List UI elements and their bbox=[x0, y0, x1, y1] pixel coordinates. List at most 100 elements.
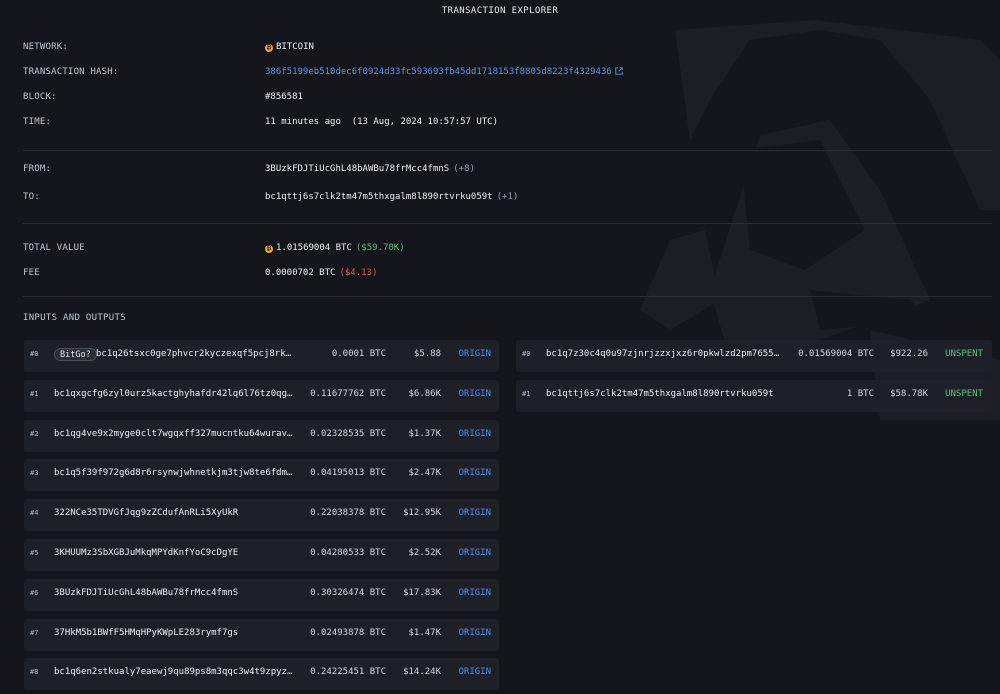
external-link-icon[interactable] bbox=[615, 67, 623, 75]
input-address[interactable]: bc1q5f39f972g6d8r6rsynwjwhnetkjm3tjw8te6… bbox=[54, 459, 294, 488]
row-index: #5 bbox=[30, 548, 39, 557]
origin-link[interactable]: ORIGIN bbox=[458, 340, 491, 369]
from-row: FROM: 3BUzkFDJTiUcGhL48bAWBu78frMcc4fmnS… bbox=[23, 161, 983, 177]
input-amount: 0.04195013 BTC bbox=[310, 468, 386, 479]
input-address[interactable]: bc1qg4ve9x2myge0clt7wgqxff327mucntku64wu… bbox=[54, 420, 294, 449]
input-amount: 0.02493878 BTC bbox=[310, 627, 386, 638]
hash-value-wrap[interactable]: 386f5199eb510dec6f0924d33fc593693fb45dd1… bbox=[265, 64, 623, 80]
input-usd: $1.37K bbox=[408, 428, 441, 439]
entity-tag[interactable]: BitGo? bbox=[54, 348, 97, 361]
input-address[interactable]: bc1q6en2stkualy7eaewj9qu89ps8m3qqc3w4t9z… bbox=[54, 658, 294, 687]
unspent-status: UNSPENT bbox=[945, 349, 983, 359]
row-index: #8 bbox=[30, 668, 39, 677]
to-extra-count[interactable]: (+1) bbox=[497, 192, 519, 202]
divider bbox=[23, 150, 992, 151]
input-address[interactable]: 3BUzkFDJTiUcGhL48bAWBu78frMcc4fmnS bbox=[54, 579, 294, 608]
total-value-wrap: ₿ 1.01569004 BTC ($59.70K) bbox=[265, 240, 405, 256]
input-usd: $5.88 bbox=[413, 349, 441, 359]
origin-link[interactable]: ORIGIN bbox=[458, 539, 491, 568]
origin-link[interactable]: ORIGIN bbox=[458, 579, 491, 608]
input-row[interactable]: #4 322NCe35TDVGfJqg9zZCdufAnRLi5XyUkR 0.… bbox=[24, 499, 499, 532]
input-amount: 0.24225451 BTC bbox=[310, 667, 386, 678]
input-address[interactable]: 37HkM5b1BWfF5HMqHPyKWpLE283rymf7gs bbox=[54, 619, 294, 648]
transaction-page: TRANSACTION EXPLORER NETWORK: ₿ BITCOIN T… bbox=[0, 0, 1000, 691]
input-row[interactable]: #6 3BUzkFDJTiUcGhL48bAWBu78frMcc4fmnS 0.… bbox=[24, 578, 499, 611]
output-address[interactable]: bc1q7z30c4q0u97zjnrjzzxjxz6r0pkwlzd2pm76… bbox=[546, 340, 782, 369]
total-value: 1.01569004 BTC bbox=[276, 243, 352, 253]
hash-row: TRANSACTION HASH: 386f5199eb510dec6f0924… bbox=[23, 64, 983, 80]
time-label: TIME: bbox=[23, 117, 52, 127]
input-usd: $2.47K bbox=[408, 468, 441, 479]
network-value-wrap: ₿ BITCOIN bbox=[265, 39, 314, 55]
input-usd: $17.83K bbox=[403, 587, 441, 598]
input-amount: 0.0001 BTC bbox=[331, 349, 386, 359]
transaction-hash-link[interactable]: 386f5199eb510dec6f0924d33fc593693fb45dd1… bbox=[265, 67, 612, 77]
origin-link[interactable]: ORIGIN bbox=[458, 420, 491, 449]
input-row[interactable]: #2 bc1qg4ve9x2myge0clt7wgqxff327mucntku6… bbox=[24, 419, 499, 452]
output-amount: 1 BTC bbox=[846, 388, 874, 399]
origin-link[interactable]: ORIGIN bbox=[458, 499, 491, 528]
output-row[interactable]: #0 bc1q7z30c4q0u97zjnrjzzxjxz6r0pkwlzd2p… bbox=[516, 340, 992, 372]
row-index: #2 bbox=[30, 429, 39, 438]
input-row[interactable]: #1 bc1qxgcfg6zyl0urz5kactghyhafdr42lq6l7… bbox=[24, 379, 499, 412]
input-row[interactable]: #3 bc1q5f39f972g6d8r6rsynwjwhnetkjm3tjw8… bbox=[24, 459, 499, 492]
origin-link[interactable]: ORIGIN bbox=[458, 619, 491, 648]
output-row[interactable]: #1 bc1qttj6s7clk2tm47m5thxgalm8l890rtvrk… bbox=[516, 379, 992, 412]
input-amount: 0.22038378 BTC bbox=[310, 508, 386, 519]
input-address[interactable]: 3KHUUMz3SbXGBJuMkqMPYdKnfYoC9cDgYE bbox=[54, 539, 294, 568]
total-value-row: TOTAL VALUE ₿ 1.01569004 BTC ($59.70K) bbox=[23, 240, 983, 256]
input-row[interactable]: #8 bc1q6en2stkualy7eaewj9qu89ps8m3qqc3w4… bbox=[24, 658, 499, 691]
input-address[interactable]: bc1q26tsxc0ge7phvcr2kyczexqf5pcj8rk7… bbox=[96, 340, 294, 369]
network-value: BITCOIN bbox=[276, 42, 314, 52]
origin-link[interactable]: ORIGIN bbox=[458, 459, 491, 488]
row-index: #1 bbox=[522, 389, 531, 398]
to-address[interactable]: bc1qttj6s7clk2tm47m5thxgalm8l890rtvrku05… bbox=[265, 192, 493, 202]
inputs-outputs-title: INPUTS AND OUTPUTS bbox=[23, 313, 126, 323]
fee-usd: ($4.13) bbox=[339, 268, 378, 278]
input-usd: $2.52K bbox=[408, 547, 441, 558]
output-usd: $58.78K bbox=[890, 388, 928, 399]
fee-label: FEE bbox=[23, 268, 40, 278]
network-label: NETWORK: bbox=[23, 42, 68, 52]
row-index: #0 bbox=[522, 350, 531, 358]
network-row: NETWORK: ₿ BITCOIN bbox=[23, 39, 983, 55]
from-value-wrap: 3BUzkFDJTiUcGhL48bAWBu78frMcc4fmnS (+8) bbox=[265, 161, 475, 177]
output-amount: 0.01569004 BTC bbox=[798, 349, 874, 359]
to-value-wrap: bc1qttj6s7clk2tm47m5thxgalm8l890rtvrku05… bbox=[265, 189, 518, 205]
block-label: BLOCK: bbox=[23, 92, 57, 102]
input-usd: $1.47K bbox=[408, 627, 441, 638]
output-address[interactable]: bc1qttj6s7clk2tm47m5thxgalm8l890rtvrku05… bbox=[546, 380, 782, 409]
origin-link[interactable]: ORIGIN bbox=[458, 658, 491, 687]
total-value-usd: ($59.70K) bbox=[355, 243, 405, 253]
time-value: 11 minutes ago (13 Aug, 2024 10:57:57 UT… bbox=[265, 117, 498, 127]
row-index: #3 bbox=[30, 469, 39, 478]
inputs-list: #0 BitGo? bc1q26tsxc0ge7phvcr2kyczexqf5p… bbox=[24, 340, 499, 694]
input-amount: 0.30326474 BTC bbox=[310, 587, 386, 598]
output-usd: $922.26 bbox=[890, 349, 928, 359]
time-row: TIME: 11 minutes ago (13 Aug, 2024 10:57… bbox=[23, 114, 983, 130]
fee-value: 0.0000702 BTC bbox=[265, 268, 336, 278]
from-extra-count[interactable]: (+8) bbox=[453, 164, 475, 174]
from-label: FROM: bbox=[23, 164, 52, 174]
row-index: #6 bbox=[30, 588, 39, 597]
from-address[interactable]: 3BUzkFDJTiUcGhL48bAWBu78frMcc4fmnS bbox=[265, 164, 449, 174]
input-usd: $6.86K bbox=[408, 388, 441, 399]
unspent-status: UNSPENT bbox=[945, 388, 983, 399]
input-usd: $14.24K bbox=[403, 667, 441, 678]
to-label: TO: bbox=[23, 192, 40, 202]
input-address[interactable]: 322NCe35TDVGfJqg9zZCdufAnRLi5XyUkR bbox=[54, 499, 294, 528]
block-row: BLOCK: #856581 bbox=[23, 89, 983, 105]
fee-row: FEE 0.0000702 BTC ($4.13) bbox=[23, 265, 983, 281]
fee-value-wrap: 0.0000702 BTC ($4.13) bbox=[265, 265, 377, 281]
block-value[interactable]: #856581 bbox=[265, 89, 303, 105]
input-address[interactable]: bc1qxgcfg6zyl0urz5kactghyhafdr42lq6l76tz… bbox=[54, 380, 294, 409]
row-index: #7 bbox=[30, 628, 39, 637]
input-amount: 0.04280533 BTC bbox=[310, 547, 386, 558]
origin-link[interactable]: ORIGIN bbox=[458, 380, 491, 409]
divider bbox=[23, 296, 992, 297]
to-row: TO: bc1qttj6s7clk2tm47m5thxgalm8l890rtvr… bbox=[23, 189, 983, 205]
input-row[interactable]: #7 37HkM5b1BWfF5HMqHPyKWpLE283rymf7gs 0.… bbox=[24, 618, 499, 651]
input-row[interactable]: #0 BitGo? bc1q26tsxc0ge7phvcr2kyczexqf5p… bbox=[24, 340, 499, 372]
input-usd: $12.95K bbox=[403, 508, 441, 519]
input-row[interactable]: #5 3KHUUMz3SbXGBJuMkqMPYdKnfYoC9cDgYE 0.… bbox=[24, 538, 499, 571]
